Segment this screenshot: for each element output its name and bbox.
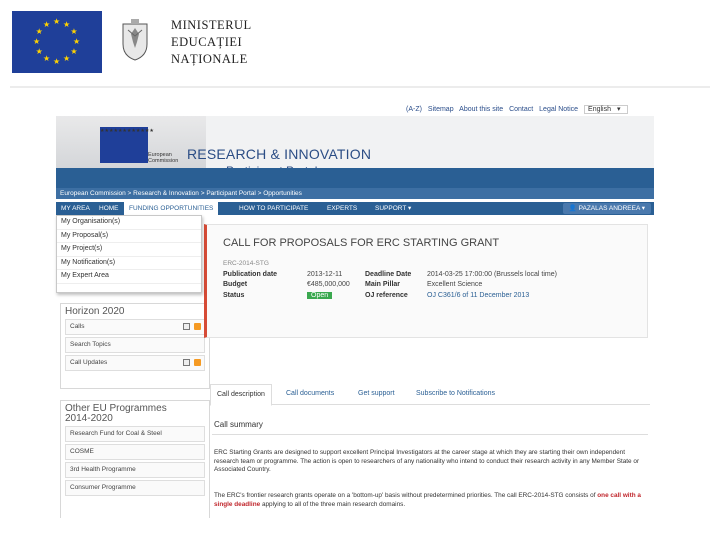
sidebar-item-label: Calls xyxy=(70,323,85,330)
main-navbar: MY AREA HOME FUNDING OPPORTUNITIES HOW T… xyxy=(56,202,654,215)
eu-star-icon: ★ xyxy=(63,19,71,29)
summary-divider xyxy=(212,434,648,435)
language-value: English xyxy=(588,106,611,113)
menu-my-projects[interactable]: My Project(s) xyxy=(57,243,201,257)
my-area-menu: My Organisation(s) My Proposal(s) My Pro… xyxy=(56,215,202,293)
ec-label-line-2: Commission xyxy=(148,158,179,164)
breadcrumb: European Commission > Research & Innovat… xyxy=(56,188,654,199)
summary-paragraph-2-start: The ERC's frontier research grants opera… xyxy=(214,492,596,499)
european-commission-logo: ★★★★★★★★★★★★ xyxy=(100,127,154,163)
tab-get-support[interactable]: Get support xyxy=(352,384,401,404)
ministry-name: MINISTERUL EDUCAȚIEI NAȚIONALE xyxy=(171,17,252,68)
sidebar-item-label: Search Topics xyxy=(70,341,111,348)
tab-call-documents[interactable]: Call documents xyxy=(280,384,340,404)
sidebar-item-call-updates[interactable]: Call Updates xyxy=(65,355,205,371)
ministry-line-2: EDUCAȚIEI xyxy=(171,35,243,49)
sidebar-item-cosme[interactable]: COSME xyxy=(65,444,205,460)
nav-my-area[interactable]: MY AREA xyxy=(56,202,95,215)
nav-how-to-participate[interactable]: HOW TO PARTICIPATE xyxy=(234,202,313,215)
sidebar-item-health-programme[interactable]: 3rd Health Programme xyxy=(65,462,205,478)
publication-date-label: Publication date xyxy=(223,271,278,278)
calendar-icon[interactable] xyxy=(183,323,190,330)
slide-divider xyxy=(10,86,710,88)
language-select[interactable]: English ▾ xyxy=(584,105,629,114)
eu-star-icon: ★ xyxy=(63,54,71,64)
budget-label: Budget xyxy=(223,281,248,288)
call-summary-box: CALL FOR PROPOSALS FOR ERC STARTING GRAN… xyxy=(204,224,648,338)
nav-experts[interactable]: EXPERTS xyxy=(322,202,362,215)
participant-portal-screenshot: (A-Z) Sitemap About this site Contact Le… xyxy=(36,102,664,518)
sidebar-item-coal-steel[interactable]: Research Fund for Coal & Steel xyxy=(65,426,205,442)
eu-star-icon: ★ xyxy=(53,17,61,26)
eu-star-icon: ★ xyxy=(43,54,51,64)
eu-star-icon: ★ xyxy=(35,27,43,36)
main-pillar-label: Main Pillar xyxy=(365,281,401,288)
budget-value: €485,000,000 xyxy=(307,281,350,288)
link-contact[interactable]: Contact xyxy=(509,106,533,113)
eu-star-icon: ★ xyxy=(73,37,81,46)
link-sitemap[interactable]: Sitemap xyxy=(428,106,454,113)
publication-date-value: 2013-12-11 xyxy=(307,271,343,278)
status-badge: Open xyxy=(307,292,333,299)
portal-title: RESEARCH & INNOVATION xyxy=(187,146,372,162)
menu-my-expert-area[interactable]: My Expert Area xyxy=(57,270,201,284)
other-eu-programmes-card: Other EU Programmes 2014-2020 Research F… xyxy=(60,400,210,518)
portal-header: ★★★★★★★★★★★★ European Commission RESEARC… xyxy=(56,116,654,178)
user-icon: 👤 xyxy=(568,205,577,212)
other-programmes-title-2: 2014-2020 xyxy=(65,413,113,424)
tab-call-description[interactable]: Call description xyxy=(210,384,272,406)
call-tabs: Call description Call documents Get supp… xyxy=(210,384,650,406)
eu-star-icon: ★ xyxy=(70,47,78,56)
ec-label: European Commission xyxy=(148,152,178,164)
summary-paragraph-2-end: applying to all of the three main resear… xyxy=(261,500,406,508)
link-a-z[interactable]: (A-Z) xyxy=(406,106,422,113)
romanian-coat-of-arms-icon xyxy=(122,19,148,61)
user-name: PAZALAS ANDREEA ▾ xyxy=(578,205,645,212)
rss-icon[interactable] xyxy=(194,323,201,330)
eu-star-icon: ★ xyxy=(43,19,51,29)
calendar-icon[interactable] xyxy=(183,359,190,366)
eu-star-icon: ★ xyxy=(53,57,61,66)
menu-my-organisations[interactable]: My Organisation(s) xyxy=(57,216,201,230)
deadline-value: 2014-03-25 17:00:00 (Brussels local time… xyxy=(427,271,557,278)
summary-paragraph-1: ERC Starting Grants are designed to supp… xyxy=(214,449,640,474)
header-band xyxy=(56,168,654,188)
ec-star-icon: ★ xyxy=(149,128,154,134)
summary-paragraph-2: The ERC's frontier research grants opera… xyxy=(214,492,644,509)
chevron-down-icon: ▾ xyxy=(616,106,621,113)
rss-icon[interactable] xyxy=(194,359,201,366)
eu-star-icon: ★ xyxy=(33,37,41,46)
ministry-line-3: NAȚIONALE xyxy=(171,52,248,66)
menu-my-notifications[interactable]: My Notification(s) xyxy=(57,257,201,271)
call-id: ERC-2014-STG xyxy=(223,260,269,267)
eu-star-icon: ★ xyxy=(35,47,43,56)
ministry-line-1: MINISTERUL xyxy=(171,18,252,32)
horizon-2020-card: Horizon 2020 Calls Search Topics Call Up… xyxy=(60,303,210,389)
horizon-2020-title: Horizon 2020 xyxy=(65,306,125,317)
link-legal-notice[interactable]: Legal Notice xyxy=(539,106,578,113)
link-about[interactable]: About this site xyxy=(459,106,503,113)
deadline-label: Deadline Date xyxy=(365,271,412,278)
oj-reference-link[interactable]: OJ C361/6 of 11 December 2013 xyxy=(427,292,529,299)
main-pillar-value: Excellent Science xyxy=(427,281,483,288)
tab-subscribe-notifications[interactable]: Subscribe to Notifications xyxy=(410,384,501,404)
top-links: (A-Z) Sitemap About this site Contact Le… xyxy=(406,105,632,114)
sidebar-item-label: Call Updates xyxy=(70,359,108,366)
eu-flag-logo: ★ ★ ★ ★ ★ ★ ★ ★ ★ ★ ★ ★ xyxy=(12,11,102,73)
eu-star-icon: ★ xyxy=(70,27,78,36)
sidebar-item-calls[interactable]: Calls xyxy=(65,319,205,335)
menu-my-proposals[interactable]: My Proposal(s) xyxy=(57,230,201,244)
nav-funding-opportunities[interactable]: FUNDING OPPORTUNITIES xyxy=(124,202,219,215)
sidebar-item-consumer-programme[interactable]: Consumer Programme xyxy=(65,480,205,496)
user-menu-button[interactable]: 👤 PAZALAS ANDREEA ▾ xyxy=(562,203,651,214)
call-title: CALL FOR PROPOSALS FOR ERC STARTING GRAN… xyxy=(223,237,500,249)
oj-reference-label: OJ reference xyxy=(365,292,408,299)
nav-home[interactable]: HOME xyxy=(94,202,124,215)
status-label: Status xyxy=(223,292,245,299)
nav-support[interactable]: SUPPORT ▾ xyxy=(370,202,416,215)
call-summary-heading: Call summary xyxy=(214,420,263,429)
sidebar-item-search-topics[interactable]: Search Topics xyxy=(65,337,205,353)
